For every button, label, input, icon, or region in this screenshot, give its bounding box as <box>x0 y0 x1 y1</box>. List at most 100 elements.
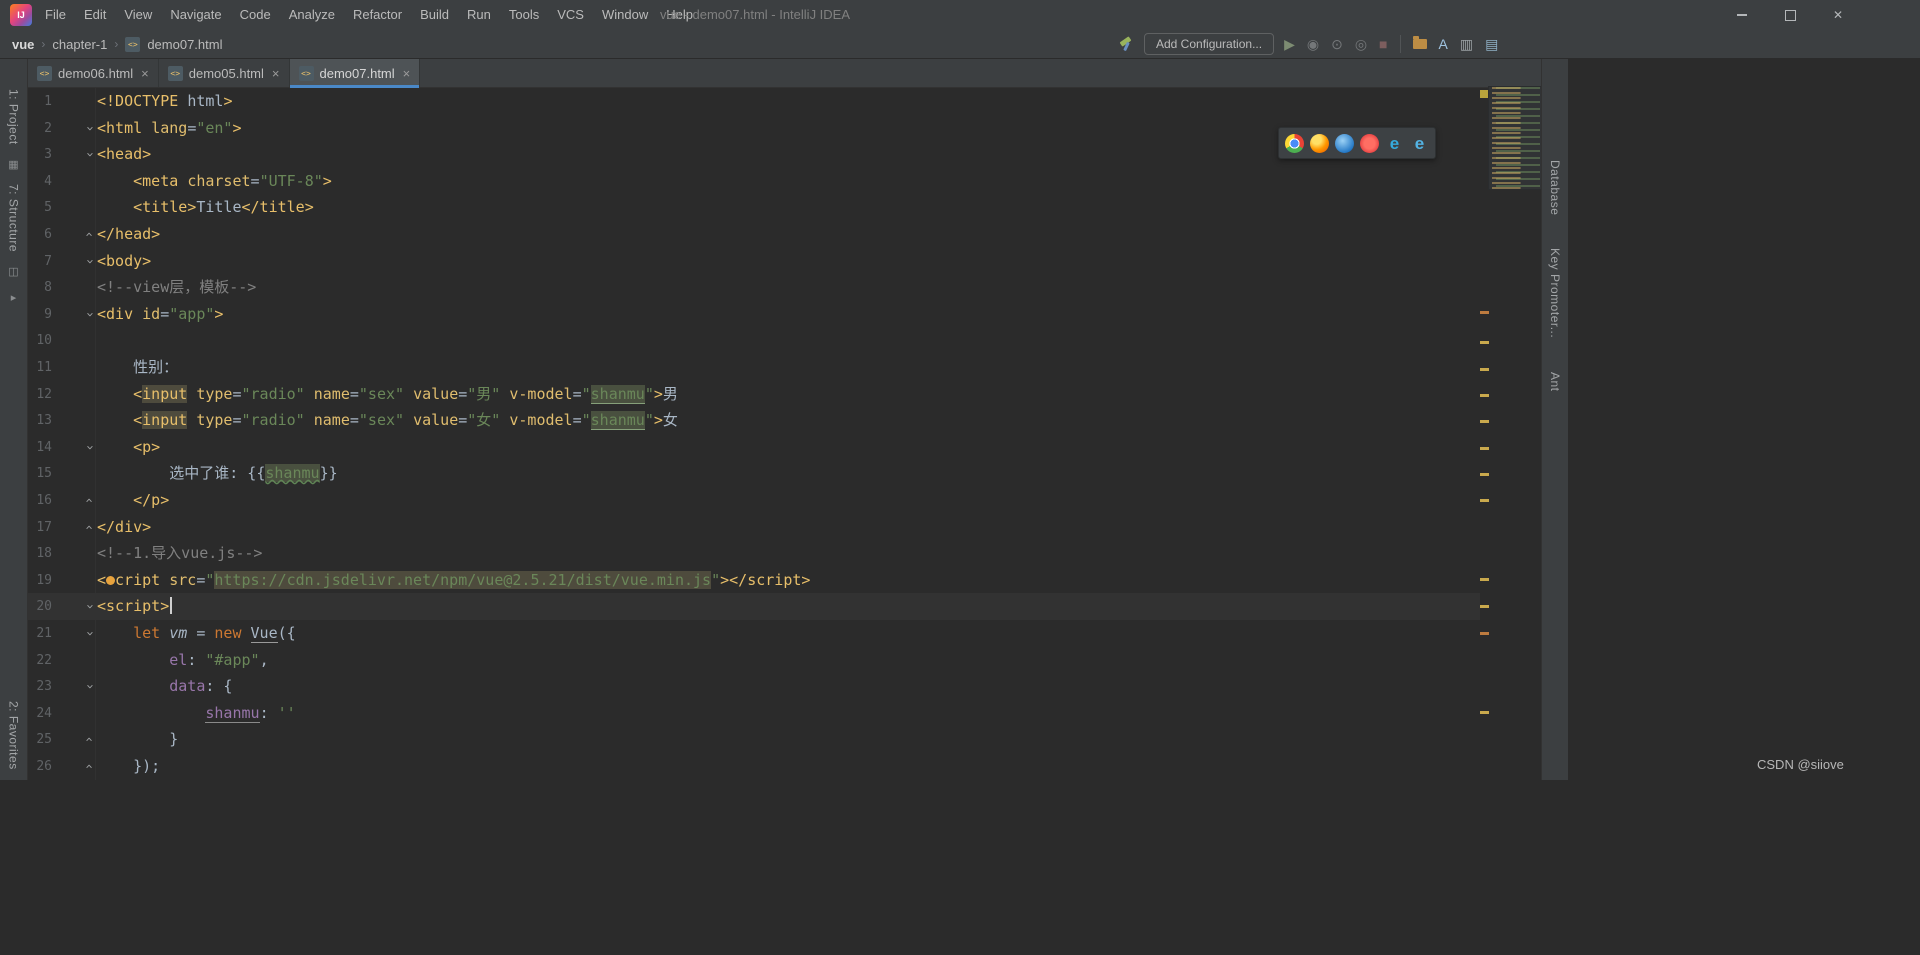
code-line[interactable]: 11 性别： <box>28 354 1480 381</box>
code-line[interactable]: 19<cript src="https://cdn.jsdelivr.net/n… <box>28 567 1480 594</box>
tab-demo07-html[interactable]: <>demo07.html× <box>290 59 421 87</box>
code-line[interactable]: 2›<html lang="en"> <box>28 115 1480 142</box>
tab-demo05-html[interactable]: <>demo05.html× <box>159 59 290 87</box>
close-icon[interactable]: ✕ <box>1814 0 1862 30</box>
scratches-icon[interactable]: ◫ <box>8 265 18 278</box>
fold-down-icon[interactable]: › <box>82 600 97 613</box>
line-number[interactable]: 15 <box>28 460 52 487</box>
menu-run[interactable]: Run <box>458 0 500 30</box>
code-line[interactable]: 18<!--1.导入vue.js--> <box>28 540 1480 567</box>
tool-button-key-promoter[interactable]: Key Promoter... <box>1548 248 1562 338</box>
line-number[interactable]: 20 <box>28 593 52 620</box>
debug-icon[interactable]: ◉ <box>1307 37 1319 51</box>
editor[interactable]: 1<!DOCTYPE html>2›<html lang="en">3›<hea… <box>28 88 1541 955</box>
line-number[interactable]: 12 <box>28 381 52 408</box>
pin-icon[interactable]: ▸ <box>11 291 17 304</box>
line-number[interactable]: 1 <box>28 88 52 115</box>
warning-mark[interactable] <box>1480 368 1489 371</box>
line-number[interactable]: 13 <box>28 407 52 434</box>
fold-down-icon[interactable]: › <box>82 122 97 135</box>
code-line[interactable]: 10 <box>28 327 1480 354</box>
close-icon[interactable]: × <box>403 66 411 81</box>
menu-file[interactable]: File <box>36 0 75 30</box>
close-icon[interactable]: × <box>141 66 149 81</box>
menu-navigate[interactable]: Navigate <box>161 0 230 30</box>
fold-up-icon[interactable]: › <box>82 760 97 773</box>
line-number[interactable]: 18 <box>28 540 52 567</box>
line-number[interactable]: 2 <box>28 115 52 142</box>
menu-view[interactable]: View <box>115 0 161 30</box>
minimap[interactable] <box>1488 86 1542 190</box>
menu-build[interactable]: Build <box>411 0 458 30</box>
code-line[interactable]: 25› } <box>28 726 1480 753</box>
tool-button-ant[interactable]: Ant <box>1548 372 1562 392</box>
code-line[interactable]: 5 <title>Title</title> <box>28 194 1480 221</box>
code-line[interactable]: 4 <meta charset="UTF-8"> <box>28 168 1480 195</box>
code-line[interactable]: 17›</div> <box>28 514 1480 541</box>
opera-icon[interactable] <box>1360 134 1379 153</box>
tab-demo06-html[interactable]: <>demo06.html× <box>28 59 159 87</box>
tool-button-7-structure[interactable]: 7: Structure <box>7 184 21 252</box>
line-number[interactable]: 4 <box>28 168 52 195</box>
code-line[interactable]: 1<!DOCTYPE html> <box>28 88 1480 115</box>
minimize-icon[interactable] <box>1718 0 1766 30</box>
code-line[interactable]: 9›<div id="app"> <box>28 301 1480 328</box>
line-number[interactable]: 16 <box>28 487 52 514</box>
menu-tools[interactable]: Tools <box>500 0 548 30</box>
monitor-icon[interactable]: ▤ <box>1485 37 1498 51</box>
code-line[interactable]: 14› <p> <box>28 434 1480 461</box>
code-line[interactable]: 6›</head> <box>28 221 1480 248</box>
fold-up-icon[interactable]: › <box>82 494 97 507</box>
code-line[interactable]: 26› }); <box>28 753 1480 780</box>
firefox-icon[interactable] <box>1310 134 1329 153</box>
fold-down-icon[interactable]: › <box>82 255 97 268</box>
warning-mark[interactable] <box>1480 473 1489 476</box>
code-line[interactable]: 22 el: "#app", <box>28 647 1480 674</box>
maximize-icon[interactable] <box>1766 0 1814 30</box>
fold-down-icon[interactable]: › <box>82 308 97 321</box>
warning-mark[interactable] <box>1480 341 1489 344</box>
code-line[interactable]: 20›<script> <box>28 593 1480 620</box>
tool-button-database[interactable]: Database <box>1548 160 1562 215</box>
fold-up-icon[interactable]: › <box>82 228 97 241</box>
menu-window[interactable]: Window <box>593 0 657 30</box>
line-number[interactable]: 10 <box>28 327 52 354</box>
line-number[interactable]: 24 <box>28 700 52 727</box>
warning-mark[interactable] <box>1480 394 1489 397</box>
line-number[interactable]: 14 <box>28 434 52 461</box>
line-number[interactable]: 22 <box>28 647 52 674</box>
fold-down-icon[interactable]: › <box>82 148 97 161</box>
warning-mark[interactable] <box>1480 711 1489 714</box>
menu-code[interactable]: Code <box>231 0 280 30</box>
warning-mark[interactable] <box>1480 632 1489 635</box>
breadcrumb-file[interactable]: demo07.html <box>147 37 222 52</box>
line-number[interactable]: 21 <box>28 620 52 647</box>
menu-vcs[interactable]: VCS <box>548 0 593 30</box>
folder-icon[interactable]: ▦ <box>8 158 18 171</box>
warning-mark[interactable] <box>1480 578 1489 581</box>
run-coverage-icon[interactable]: ⊙ <box>1331 37 1343 51</box>
fold-down-icon[interactable]: › <box>82 680 97 693</box>
warning-mark[interactable] <box>1480 499 1489 502</box>
line-number[interactable]: 8 <box>28 274 52 301</box>
code-line[interactable]: 7›<body> <box>28 248 1480 275</box>
menu-refactor[interactable]: Refactor <box>344 0 411 30</box>
code-line[interactable]: 12 <input type="radio" name="sex" value=… <box>28 381 1480 408</box>
code-line[interactable]: 13 <input type="radio" name="sex" value=… <box>28 407 1480 434</box>
warning-mark[interactable] <box>1480 605 1489 608</box>
warning-mark[interactable] <box>1480 311 1489 314</box>
code-line[interactable]: 24 shanmu: '' <box>28 700 1480 727</box>
close-icon[interactable]: × <box>272 66 280 81</box>
layout-icon[interactable]: ▥ <box>1460 37 1473 51</box>
add-configuration-button[interactable]: Add Configuration... <box>1144 33 1274 55</box>
edge-icon[interactable]: e <box>1385 134 1404 153</box>
line-number[interactable]: 7 <box>28 248 52 275</box>
line-number[interactable]: 23 <box>28 673 52 700</box>
line-number[interactable]: 25 <box>28 726 52 753</box>
code-line[interactable]: 23› data: { <box>28 673 1480 700</box>
code-line[interactable]: 8<!--view层，模板--> <box>28 274 1480 301</box>
fold-up-icon[interactable]: › <box>82 733 97 746</box>
code-line[interactable]: 21› let vm = new Vue({ <box>28 620 1480 647</box>
line-number[interactable]: 3 <box>28 141 52 168</box>
tool-button-1-project[interactable]: 1: Project <box>7 89 21 145</box>
